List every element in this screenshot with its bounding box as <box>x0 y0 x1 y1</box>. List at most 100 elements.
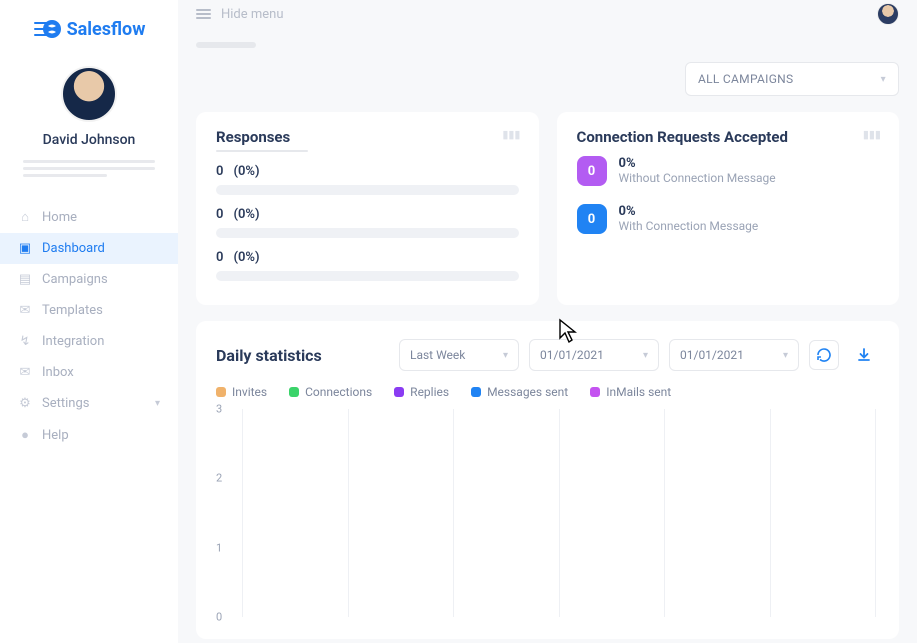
skeleton-bar <box>196 42 256 48</box>
legend-swatch <box>471 387 481 397</box>
chevron-down-icon: ▾ <box>881 74 886 85</box>
main-content: ALL CAMPAIGNS ▾ ▮▮▮ Responses 0 (0%) 0 (0%)… <box>178 28 917 643</box>
y-tick-label: 0 <box>216 611 222 624</box>
top-avatar[interactable] <box>877 3 899 25</box>
y-tick-label: 3 <box>216 403 222 416</box>
bar-chart-icon: ▮▮▮ <box>863 128 881 141</box>
legend-label: Connections <box>305 385 372 399</box>
count-badge: 0 <box>577 204 607 234</box>
integration-icon: ↯ <box>18 334 32 349</box>
dashboard-icon: ▣ <box>18 241 32 256</box>
campaigns-icon: ▤ <box>18 272 32 287</box>
responses-title: Responses <box>216 128 519 146</box>
app-logo[interactable]: Salesflow <box>0 18 178 40</box>
y-tick-label: 1 <box>216 541 222 554</box>
response-row: 0(0%) <box>216 207 519 238</box>
gridline <box>664 409 665 617</box>
connection-row: 00%With Connection Message <box>577 204 880 234</box>
progress-bar <box>216 185 519 195</box>
daily-stats-chart: 3210 <box>216 409 879 639</box>
sidebar-item-templates[interactable]: ✉Templates <box>0 295 178 326</box>
stats-title: Daily statistics <box>216 346 389 365</box>
sidebar-item-integration[interactable]: ↯ Integration <box>0 326 178 357</box>
profile-avatar[interactable] <box>61 66 117 122</box>
sidebar-nav: ⌂ Home ▣ Dashboard ▤ Campaigns ✉Templates ↯ Inte… <box>0 201 178 451</box>
gridline <box>770 409 771 617</box>
chevron-down-icon: ▾ <box>643 350 648 361</box>
chevron-down-icon: ▾ <box>155 398 160 409</box>
connection-pct: 0% <box>619 156 776 171</box>
connection-row: 0 0%Without Connection Message <box>577 156 880 186</box>
hide-menu-button[interactable]: Hide menu <box>196 7 284 22</box>
response-pct: (0%) <box>233 250 259 265</box>
sidebar-item-label: Dashboard <box>42 241 105 256</box>
sidebar-item-label: Home <box>42 210 77 225</box>
legend-swatch <box>216 387 226 397</box>
bar-chart-icon: ▮▮▮ <box>502 128 520 141</box>
connections-title: Connection Requests Accepted <box>577 128 880 146</box>
date-to-select[interactable]: 01/01/2021 ▾ <box>669 339 799 371</box>
gridline <box>559 409 560 617</box>
legend-label: Invites <box>232 385 267 399</box>
sidebar-item-label: Inbox <box>42 365 74 380</box>
connection-pct: 0% <box>619 204 759 219</box>
sidebar-item-campaigns[interactable]: ▤ Campaigns <box>0 264 178 295</box>
progress-bar <box>216 228 519 238</box>
response-count: 0 <box>216 250 223 265</box>
legend-label: Messages sent <box>487 385 568 399</box>
templates-icon: ✉ <box>18 303 32 318</box>
legend-swatch <box>394 387 404 397</box>
download-icon <box>857 348 871 362</box>
count-badge: 0 <box>577 156 607 186</box>
sidebar-item-label: Help <box>42 428 69 443</box>
sidebar: Salesflow David Johnson ⌂ Home ▣ Dashboard ▤… <box>0 0 178 643</box>
response-pct: (0%) <box>233 207 259 222</box>
logo-icon <box>33 18 61 40</box>
gridline <box>453 409 454 617</box>
chevron-down-icon: ▾ <box>503 350 508 361</box>
sidebar-item-label: Campaigns <box>42 272 108 287</box>
legend-label: Replies <box>410 385 449 399</box>
settings-icon: ⚙ <box>18 396 32 411</box>
sidebar-item-label: Integration <box>42 334 104 349</box>
sidebar-item-dashboard[interactable]: ▣ Dashboard <box>0 233 178 264</box>
response-count: 0 <box>216 164 223 179</box>
refresh-button[interactable] <box>809 340 839 370</box>
legend-item[interactable]: InMails sent <box>590 385 671 399</box>
chevron-down-icon: ▾ <box>783 350 788 361</box>
refresh-icon <box>816 347 832 363</box>
campaign-filter-select[interactable]: ALL CAMPAIGNS ▾ <box>685 62 899 96</box>
chart-legend: Invites Connections Replies Messages sent In… <box>216 385 879 399</box>
profile-name: David Johnson <box>0 132 178 148</box>
app-name: Salesflow <box>67 19 146 40</box>
legend-swatch <box>289 387 299 397</box>
date-range-label: Last Week <box>410 348 465 362</box>
legend-item[interactable]: Invites <box>216 385 267 399</box>
connection-desc: Without Connection Message <box>619 171 776 185</box>
date-from-label: 01/01/2021 <box>540 348 604 362</box>
connection-requests-card: ▮▮▮ Connection Requests Accepted 00%With… <box>557 112 900 305</box>
gridline <box>875 409 876 617</box>
date-to-label: 01/01/2021 <box>680 348 744 362</box>
date-from-select[interactable]: 01/01/2021 ▾ <box>529 339 659 371</box>
download-button[interactable] <box>849 340 879 370</box>
home-icon: ⌂ <box>18 209 32 225</box>
y-tick-label: 2 <box>216 472 222 485</box>
campaign-filter-label: ALL CAMPAIGNS <box>698 72 793 86</box>
date-range-select[interactable]: Last Week ▾ <box>399 339 519 371</box>
gridline <box>242 409 243 617</box>
inbox-icon: ✉ <box>18 365 32 380</box>
sidebar-item-help[interactable]: ● Help <box>0 419 178 451</box>
sidebar-item-label: Settings <box>42 396 89 411</box>
legend-item[interactable]: Connections <box>289 385 372 399</box>
topbar: Hide menu <box>178 0 917 28</box>
legend-item[interactable]: Replies <box>394 385 449 399</box>
sidebar-item-home[interactable]: ⌂ Home <box>0 201 178 233</box>
legend-label: InMails sent <box>606 385 671 399</box>
sidebar-item-inbox[interactable]: ✉ Inbox <box>0 357 178 388</box>
legend-item[interactable]: Messages sent <box>471 385 568 399</box>
sidebar-item-settings[interactable]: ⚙ Settings ▾ <box>0 388 178 419</box>
response-row: 0 (0%) <box>216 164 519 195</box>
response-pct: (0%) <box>233 164 259 179</box>
help-icon: ● <box>18 427 32 443</box>
